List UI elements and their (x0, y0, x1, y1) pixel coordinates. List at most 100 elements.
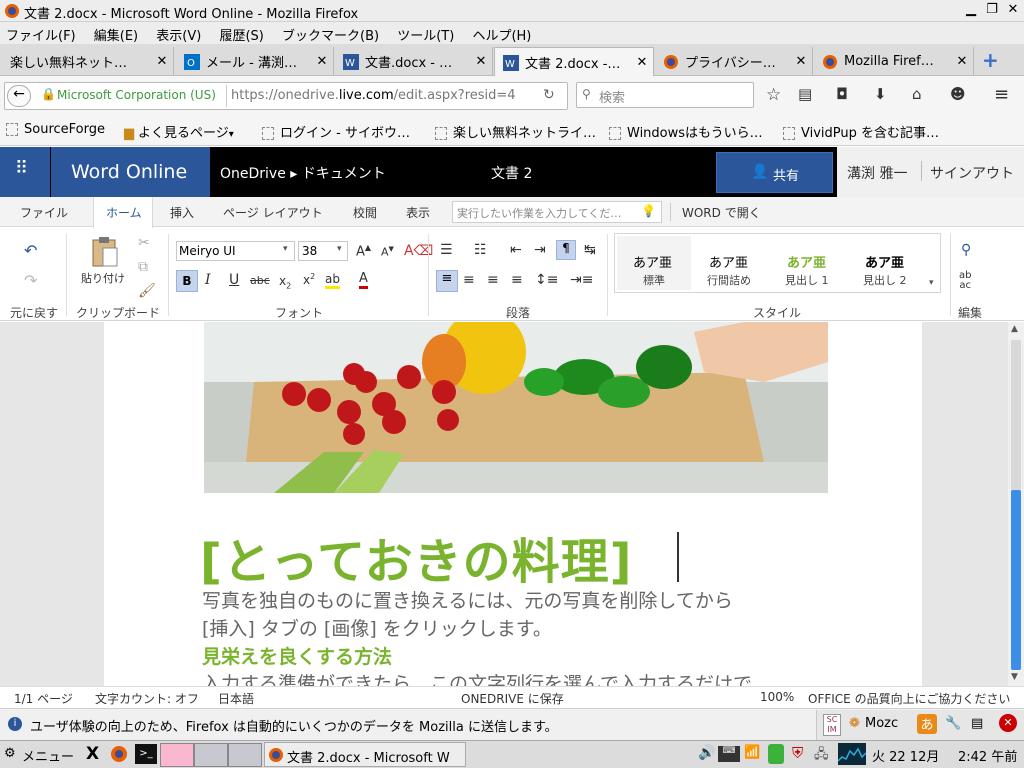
language[interactable]: 日本語 (218, 690, 254, 707)
close-notification-icon[interactable]: ✕ (999, 714, 1017, 732)
tab-1[interactable]: 楽しい無料ネット… ✕ (2, 47, 174, 76)
terminal-icon[interactable]: >_ (135, 744, 157, 764)
signout-link[interactable]: サインアウト (930, 163, 1014, 183)
menu-history[interactable]: 履歴(S) (219, 29, 263, 44)
increase-indent-icon[interactable]: ⇥ (534, 242, 546, 258)
breadcrumb-documents[interactable]: ドキュメント (302, 166, 386, 182)
italic-button[interactable]: I (205, 272, 211, 288)
paste-clipboard-icon[interactable] (91, 236, 119, 268)
copy-icon[interactable]: ⧉ (138, 259, 148, 275)
taskbar-window-firefox[interactable]: 文書 2.docx - Microsoft W (264, 742, 466, 767)
bookmark-windows[interactable]: Windowsはもういら… (609, 122, 763, 141)
app-title[interactable]: Word Online (71, 161, 187, 183)
paragraph-options-icon[interactable]: ⇥≡ (570, 272, 593, 288)
keyboard-icon[interactable]: ⌨ (718, 746, 740, 762)
workspace-2[interactable] (194, 743, 228, 767)
ribbon-tab-insert[interactable]: 挿入 (170, 204, 194, 221)
close-icon[interactable]: ✕ (1004, 2, 1022, 17)
format-painter-icon[interactable]: 🖌 (138, 283, 156, 299)
app-launcher[interactable]: ⠿ (0, 147, 50, 197)
style-no-spacing[interactable]: あア亜 行間詰め (695, 236, 769, 290)
ribbon-tab-view[interactable]: 表示 (406, 204, 430, 221)
rtl-icon[interactable]: ↹ (584, 242, 596, 258)
workspace-3[interactable] (228, 743, 262, 767)
justify-icon[interactable]: ≡ (511, 272, 523, 288)
bookmark-login[interactable]: ログイン - サイボウ… (262, 122, 410, 141)
menu-help[interactable]: ヘルプ(H) (472, 29, 531, 44)
tab-5[interactable]: プライバシー… ✕ (655, 47, 813, 76)
wifi-icon[interactable]: 📶 (744, 745, 760, 760)
back-icon[interactable]: ← (7, 85, 31, 107)
zoom-level[interactable]: 100% (760, 690, 794, 704)
undo-icon[interactable]: ↶ (24, 241, 37, 260)
styles-more-icon[interactable]: ▾ (929, 278, 934, 288)
style-normal[interactable]: あア亜 標準 (617, 236, 691, 290)
close-tab-icon[interactable]: ✕ (311, 54, 333, 69)
hamburger-menu-icon[interactable]: ≡ (994, 84, 1009, 105)
maximize-icon[interactable]: ❐ (983, 2, 1001, 17)
body-text-line-1[interactable]: 写真を独自のものに置き換えるには、元の写真を削除してから (202, 586, 733, 613)
menu-file[interactable]: ファイル(F) (6, 29, 76, 44)
dictionary-icon[interactable]: ▤ (971, 716, 983, 731)
share-button[interactable]: 👤 共有 (716, 152, 833, 193)
ribbon-tab-home-active[interactable]: ホーム (93, 197, 153, 228)
firefox-launcher-icon[interactable] (110, 745, 128, 763)
open-in-word-button[interactable]: WORD で開く (682, 204, 761, 221)
tab-6[interactable]: Mozilla Firef… ✕ (814, 47, 974, 76)
style-heading-2[interactable]: あア亜 見出し 2 (851, 236, 925, 290)
underline-button[interactable]: U (229, 272, 239, 288)
food-photo-image[interactable] (204, 322, 828, 493)
breadcrumb-onedrive[interactable]: OneDrive (220, 166, 286, 182)
close-tab-icon[interactable]: ✕ (470, 54, 492, 69)
bullet-list-icon[interactable]: ☰ (440, 242, 453, 258)
scim-icon[interactable]: SC IM (823, 714, 841, 736)
tab-2[interactable]: O メール - 溝渕… ✕ (176, 47, 334, 76)
bookmark-folder-frequent[interactable]: ▆ よく見るページ▾ (124, 122, 234, 141)
bookmark-sourceforge[interactable]: SourceForge (6, 122, 105, 137)
home-icon[interactable]: ⌂ (912, 85, 922, 103)
network-icon[interactable]: 🖧 (814, 745, 829, 767)
redo-icon[interactable]: ↷ (24, 271, 37, 290)
new-tab-icon[interactable]: + (982, 48, 999, 72)
menu-tools[interactable]: ツール(T) (397, 29, 454, 44)
shield-icon[interactable]: ⛨ (792, 744, 803, 762)
start-menu-button[interactable]: メニュー (22, 746, 74, 765)
numbered-list-icon[interactable]: ☷ (474, 242, 487, 258)
body-text-line-2[interactable]: [挿入] タブの [画像] をクリックします。 (202, 614, 552, 641)
paste-label[interactable]: 貼り付け (81, 270, 125, 286)
menu-bookmarks[interactable]: ブックマーク(B) (282, 29, 379, 44)
tab-4-active[interactable]: W 文書 2.docx -… ✕ (494, 47, 654, 77)
feedback-link[interactable]: OFFICE の品質向上にご協力ください (808, 690, 1010, 707)
ime-label[interactable]: Mozc (865, 716, 898, 731)
line-spacing-icon[interactable]: ↕≡ (535, 272, 558, 288)
volume-icon[interactable]: 🔊 (698, 745, 715, 761)
align-center-icon[interactable]: ≡ (463, 272, 475, 288)
scroll-up-icon[interactable]: ▲ (1011, 324, 1018, 334)
document-title[interactable]: [とっておきの料理] (200, 522, 633, 592)
ribbon-tab-review[interactable]: 校閲 (353, 204, 377, 221)
reading-list-icon[interactable]: ▤ (798, 85, 812, 103)
replace-icon[interactable]: ab ac (959, 271, 971, 291)
ribbon-tab-file[interactable]: ファイル (20, 204, 68, 221)
url-bar[interactable]: ← 🔒 Microsoft Corporation (US) https://o… (4, 82, 568, 110)
reload-icon[interactable]: ↻ (543, 87, 555, 103)
word-count[interactable]: 文字カウント: オフ (95, 690, 199, 707)
tell-me-box[interactable]: 実行したい作業を入力してくだ… 💡 (452, 201, 662, 223)
scroll-down-icon[interactable]: ▼ (1011, 672, 1018, 682)
font-name-select[interactable]: Meiryo UI ▾ (176, 241, 295, 261)
document-name[interactable]: 文書 2 (491, 163, 532, 183)
battery-icon[interactable] (768, 744, 784, 764)
close-tab-icon[interactable]: ✕ (151, 54, 173, 69)
minimize-icon[interactable]: ▁ (962, 2, 980, 17)
ribbon-tab-page-layout[interactable]: ページ レイアウト (223, 204, 323, 221)
strikethrough-button[interactable]: abc (250, 274, 270, 287)
superscript-button[interactable]: x2 (303, 272, 315, 287)
x-terminal-icon[interactable]: X (86, 744, 99, 764)
scroll-thumb[interactable] (1011, 490, 1021, 670)
align-left-button[interactable]: ≡ (436, 270, 458, 292)
bold-button[interactable]: B (176, 270, 198, 292)
tools-icon[interactable]: 🔧 (945, 716, 961, 731)
search-box[interactable]: ⚲ 検索 (576, 82, 754, 108)
url-text[interactable]: https://onedrive.live.com/edit.aspx?resi… (231, 88, 516, 103)
download-icon[interactable]: ⬇ (874, 85, 887, 103)
